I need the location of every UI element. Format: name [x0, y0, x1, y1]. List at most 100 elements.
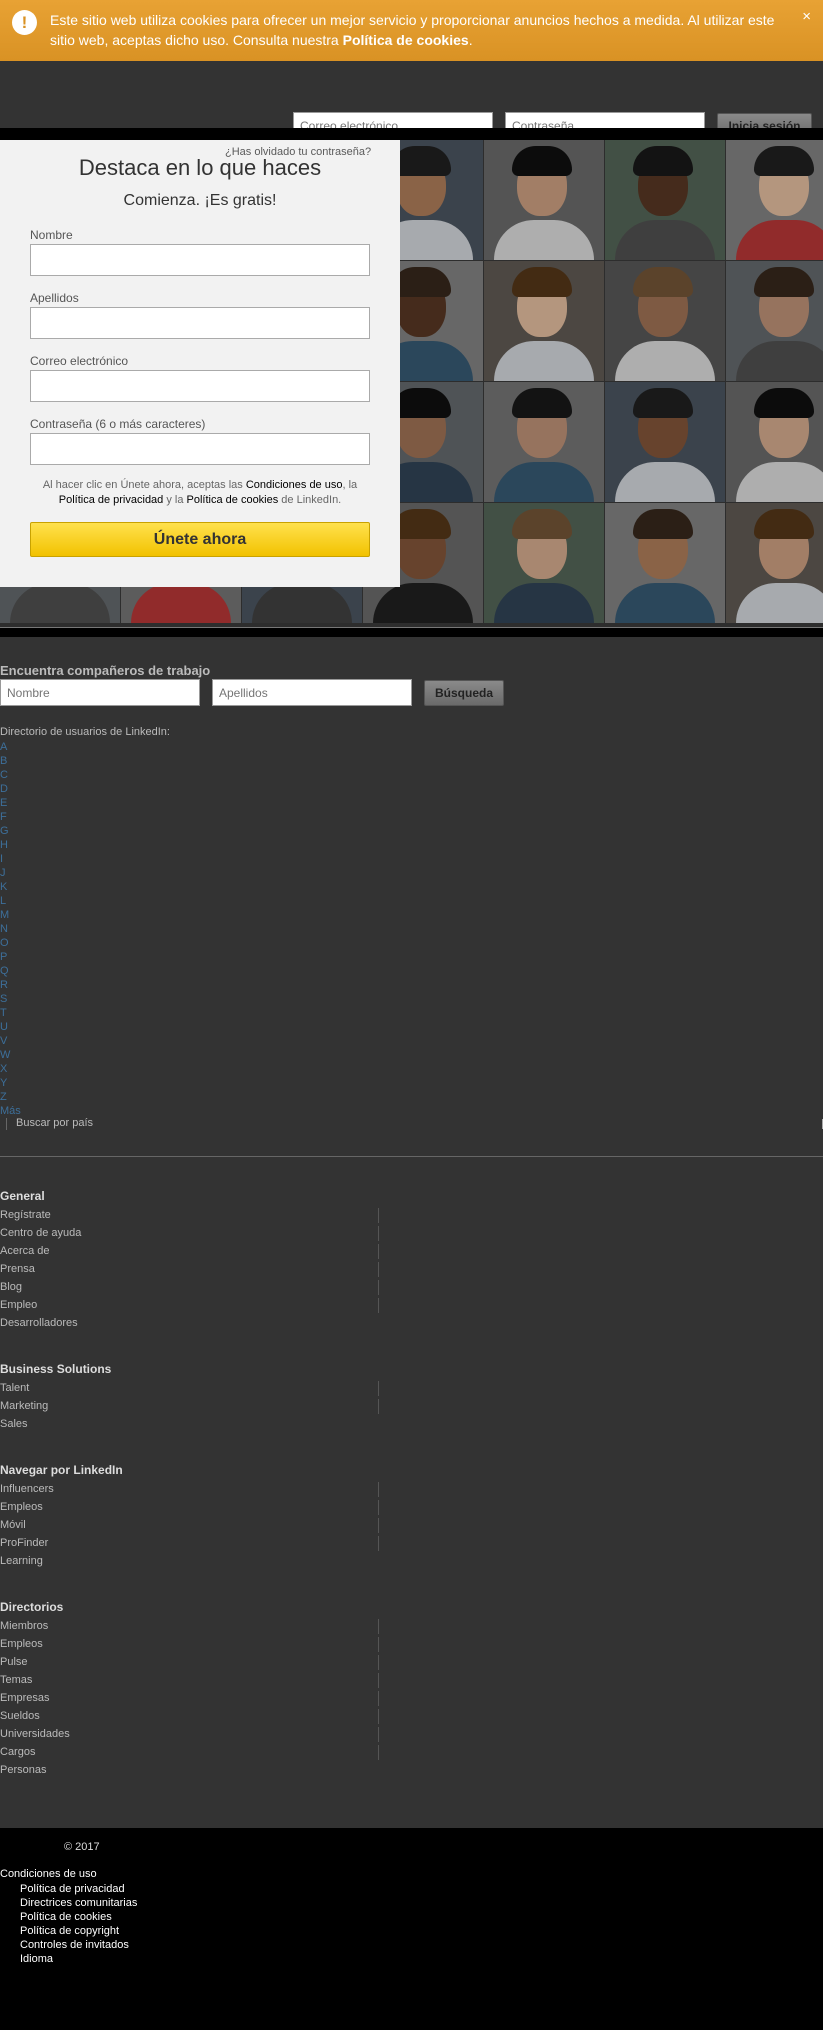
directory-letter-h[interactable]: H	[0, 838, 21, 852]
directory-letter-b[interactable]: B	[0, 754, 21, 768]
directory-letter-d[interactable]: D	[0, 782, 21, 796]
copyright: © 2017	[64, 1841, 100, 1853]
directory-letter-v[interactable]: V	[0, 1034, 21, 1048]
footer-link[interactable]: Empresas	[0, 1689, 380, 1707]
footer-link[interactable]: Acerca de	[0, 1242, 380, 1260]
footer-link[interactable]: Sueldos	[0, 1707, 380, 1725]
footer-link[interactable]: Centro de ayuda	[0, 1224, 380, 1242]
cookie-message: Este sitio web utiliza cookies para ofre…	[50, 12, 775, 48]
footer-link[interactable]: Personas	[0, 1761, 380, 1779]
directory-letter-x[interactable]: X	[0, 1062, 21, 1076]
legal-link[interactable]: Idioma	[20, 1952, 137, 1966]
footer-link[interactable]: Cargos	[0, 1743, 380, 1761]
footer-link[interactable]: Talent	[0, 1379, 380, 1397]
footer-link[interactable]: Sales	[0, 1415, 380, 1433]
footer-link[interactable]: Influencers	[0, 1480, 380, 1498]
directory-letter-i[interactable]: I	[0, 852, 21, 866]
section-list-directories: Miembros Empleos Pulse Temas Empresas Su…	[0, 1617, 380, 1779]
search-first-name-input[interactable]	[0, 679, 200, 706]
directory-letter-s[interactable]: S	[0, 992, 21, 1006]
footer-link[interactable]: Prensa	[0, 1260, 380, 1278]
footer-link[interactable]: Empleos	[0, 1635, 380, 1653]
legal-link[interactable]: Directrices comunitarias	[20, 1896, 137, 1910]
directory-letter-u[interactable]: U	[0, 1020, 21, 1034]
browse-by-country: Buscar por país	[0, 1117, 823, 1131]
section-list-general: Regístrate Centro de ayuda Acerca de Pre…	[0, 1206, 380, 1332]
grid-divider	[0, 627, 823, 637]
directory-more-link[interactable]: Más	[0, 1104, 21, 1118]
section-title-general: General	[0, 1189, 45, 1203]
footer-link[interactable]: Learning	[0, 1552, 380, 1570]
close-icon[interactable]: ×	[802, 8, 811, 25]
last-name-field[interactable]	[30, 307, 370, 339]
legal-link[interactable]: Controles de invitados	[20, 1938, 137, 1952]
header-bar	[0, 128, 823, 140]
first-name-field[interactable]	[30, 244, 370, 276]
footer-link[interactable]: Temas	[0, 1671, 380, 1689]
directory-letters: A B C D E F G H I J K L M N O P Q R S T …	[0, 740, 21, 1118]
footer-link[interactable]: Marketing	[0, 1397, 380, 1415]
footer-link[interactable]: Pulse	[0, 1653, 380, 1671]
search-button[interactable]: Búsqueda	[424, 680, 504, 706]
directory-letter-q[interactable]: Q	[0, 964, 21, 978]
directory-letter-e[interactable]: E	[0, 796, 21, 810]
cookie-policy-link[interactable]: Política de cookies	[343, 32, 469, 48]
footer-link[interactable]: Desarrolladores	[0, 1314, 380, 1332]
browse-by-country-link[interactable]: Buscar por país	[16, 1117, 93, 1129]
signup-subtitle: Comienza. ¡Es gratis!	[123, 192, 277, 209]
footer-link[interactable]: Universidades	[0, 1725, 380, 1743]
directory-letter-w[interactable]: W	[0, 1048, 21, 1062]
section-title-browse: Navegar por LinkedIn	[0, 1463, 123, 1477]
section-list-business: Talent Marketing Sales	[0, 1379, 380, 1433]
legal-link[interactable]: Política de privacidad	[20, 1882, 137, 1896]
directory-letter-a[interactable]: A	[0, 740, 21, 754]
directory-letter-o[interactable]: O	[0, 936, 21, 950]
first-name-label: Nombre	[30, 228, 73, 242]
directory-letter-r[interactable]: R	[0, 978, 21, 992]
directory-letter-n[interactable]: N	[0, 922, 21, 936]
search-last-name-input[interactable]	[212, 679, 412, 706]
footer-link[interactable]: Empleo	[0, 1296, 380, 1314]
terms-text: Al hacer clic en Únete ahora, aceptas la…	[42, 479, 358, 506]
footer-link[interactable]: Regístrate	[0, 1206, 380, 1224]
password-field[interactable]	[30, 433, 370, 465]
signup-form: Destaca en lo que haces Comienza. ¡Es gr…	[0, 140, 400, 587]
legal-link[interactable]: Política de cookies	[20, 1910, 137, 1924]
section-title-directories: Directorios	[0, 1600, 64, 1614]
directory-letter-t[interactable]: T	[0, 1006, 21, 1020]
password-label: Contraseña (6 o más caracteres)	[30, 417, 206, 431]
section-title-business: Business Solutions	[0, 1362, 112, 1376]
cookie-banner: ! Este sitio web utiliza cookies para of…	[0, 0, 823, 61]
directory-letter-k[interactable]: K	[0, 880, 21, 894]
warning-icon: !	[12, 10, 37, 35]
join-now-button[interactable]: Únete ahora	[30, 522, 370, 557]
directory-letter-c[interactable]: C	[0, 768, 21, 782]
legal-link[interactable]: Política de copyright	[20, 1924, 137, 1938]
directory-letter-p[interactable]: P	[0, 950, 21, 964]
signup-title: Destaca en lo que haces	[78, 155, 322, 180]
footer-link[interactable]: Miembros	[0, 1617, 380, 1635]
directory-letter-y[interactable]: Y	[0, 1076, 21, 1090]
directory-letter-l[interactable]: L	[0, 894, 21, 908]
forgot-password-link[interactable]: ¿Has olvidado tu contraseña?	[225, 146, 371, 158]
privacy-policy-link[interactable]: Política de privacidad	[59, 494, 164, 506]
directory-letter-z[interactable]: Z	[0, 1090, 21, 1104]
terms-link[interactable]: Condiciones de uso	[0, 1868, 97, 1880]
terms-of-use-link[interactable]: Condiciones de uso	[246, 479, 343, 491]
footer-link[interactable]: Empleos	[0, 1498, 380, 1516]
footer-link[interactable]: Móvil	[0, 1516, 380, 1534]
email-field[interactable]	[30, 370, 370, 402]
cookie-policy-link[interactable]: Política de cookies	[187, 494, 279, 506]
directory-letter-g[interactable]: G	[0, 824, 21, 838]
directory-letter-f[interactable]: F	[0, 810, 21, 824]
directory-letter-j[interactable]: J	[0, 866, 21, 880]
section-list-browse: Influencers Empleos Móvil ProFinder Lear…	[0, 1480, 380, 1570]
find-coworkers-title: Encuentra compañeros de trabajo	[0, 663, 211, 678]
section-divider	[0, 1156, 823, 1157]
directory-letter-m[interactable]: M	[0, 908, 21, 922]
directory-title: Directorio de usuarios de LinkedIn:	[0, 726, 170, 738]
legal-footer: © 2017 Condiciones de uso Política de pr…	[0, 1828, 823, 2030]
legal-links: Política de privacidad Directrices comun…	[20, 1882, 137, 1966]
footer-link[interactable]: ProFinder	[0, 1534, 380, 1552]
footer-link[interactable]: Blog	[0, 1278, 380, 1296]
